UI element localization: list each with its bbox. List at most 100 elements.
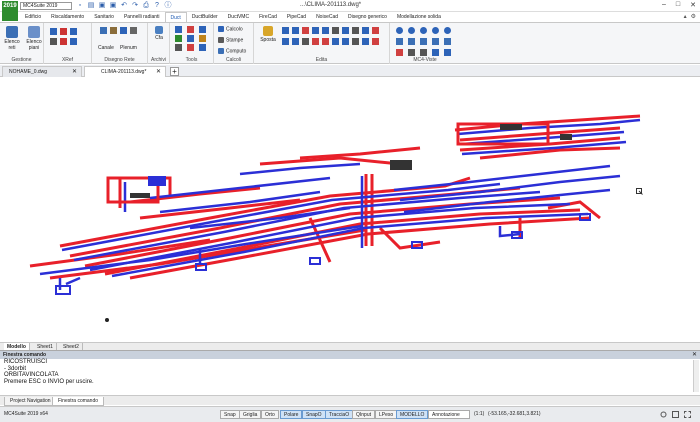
tool-list-icon[interactable] bbox=[175, 44, 182, 51]
open-file-icon[interactable]: ▤ bbox=[87, 2, 95, 10]
view-orbit-icon[interactable] bbox=[396, 49, 403, 56]
save-icon[interactable]: ▣ bbox=[98, 2, 106, 10]
edit-properties-icon[interactable] bbox=[362, 38, 369, 45]
tab-duct[interactable]: Duct bbox=[164, 12, 187, 22]
redo-icon[interactable]: ↷ bbox=[131, 2, 139, 10]
view-bottom-icon[interactable] bbox=[444, 38, 451, 45]
app-logo[interactable]: 2019 bbox=[2, 1, 18, 21]
tab-pipecad[interactable]: PipeCad bbox=[282, 12, 311, 22]
edit-scale-icon[interactable] bbox=[292, 38, 299, 45]
ribbon-options-icon[interactable]: ⚙ bbox=[691, 13, 696, 20]
snap-toggle[interactable]: Snap bbox=[220, 410, 240, 419]
edit-mirror-icon[interactable] bbox=[282, 38, 289, 45]
view-zoom-icon[interactable] bbox=[408, 49, 415, 56]
drawing-canvas[interactable] bbox=[0, 78, 700, 340]
tool-find-icon[interactable] bbox=[187, 35, 194, 42]
xref-detach-icon[interactable] bbox=[70, 38, 77, 45]
view-pan-icon[interactable] bbox=[420, 49, 427, 56]
otrack-toggle[interactable]: TracciaO bbox=[325, 410, 354, 419]
edit-stretch-icon[interactable] bbox=[302, 27, 309, 34]
edit-explode-icon[interactable] bbox=[312, 38, 319, 45]
maximize-button[interactable]: □ bbox=[676, 1, 680, 9]
ribbon-minimize-icon[interactable]: ▴ bbox=[684, 13, 687, 20]
view-iso-sw-icon[interactable] bbox=[396, 38, 403, 45]
view-shade-icon[interactable] bbox=[432, 49, 439, 56]
tool-settings-icon[interactable] bbox=[199, 44, 206, 51]
info-icon[interactable]: ⓘ bbox=[164, 2, 172, 10]
xref-clip-icon[interactable] bbox=[60, 38, 67, 45]
xref-attach-icon[interactable] bbox=[50, 28, 57, 35]
edit-erase-icon[interactable] bbox=[322, 38, 329, 45]
edit-copy-icon[interactable] bbox=[292, 27, 299, 34]
grid-toggle[interactable]: Griglia bbox=[239, 410, 262, 419]
new-file-icon[interactable]: ▫ bbox=[76, 2, 84, 10]
minimize-button[interactable]: – bbox=[662, 1, 666, 9]
tab-pannelli-radianti[interactable]: Pannelli radianti bbox=[119, 12, 165, 22]
tab-sanitario[interactable]: Sanitario bbox=[89, 12, 119, 22]
tab-project-navigation[interactable]: Project Navigation bbox=[4, 397, 57, 406]
canale-button[interactable]: Canale bbox=[98, 45, 114, 51]
edit-match-icon[interactable] bbox=[372, 38, 379, 45]
computo-button[interactable]: Computo bbox=[218, 48, 246, 54]
edit-align-icon[interactable] bbox=[342, 38, 349, 45]
close-window-button[interactable]: ✕ bbox=[690, 1, 696, 9]
edit-extend-icon[interactable] bbox=[322, 27, 329, 34]
edit-join-icon[interactable] bbox=[342, 27, 349, 34]
view-top-icon[interactable] bbox=[396, 27, 403, 34]
model-space-toggle[interactable]: MODELLO bbox=[396, 410, 429, 419]
view-wire-icon[interactable] bbox=[444, 49, 451, 56]
workspace-icon[interactable] bbox=[672, 411, 679, 418]
plenum-button[interactable]: Plenum bbox=[120, 45, 137, 51]
xref-bind-icon[interactable] bbox=[60, 28, 67, 35]
stampe-button[interactable]: Stampe bbox=[218, 37, 243, 43]
view-iso-se-icon[interactable] bbox=[408, 38, 415, 45]
settings-icon[interactable] bbox=[660, 411, 667, 418]
tool-check-icon[interactable] bbox=[175, 26, 182, 33]
tab-finestra-comando[interactable]: Finestra comando bbox=[52, 397, 105, 406]
command-scrollbar[interactable] bbox=[693, 360, 699, 392]
duct-pen-icon[interactable] bbox=[110, 27, 117, 34]
tab-edificio[interactable]: Edificio bbox=[20, 12, 46, 22]
edit-array-icon[interactable] bbox=[302, 38, 309, 45]
tool-color-icon[interactable] bbox=[187, 26, 194, 33]
print-icon[interactable]: ⎙ bbox=[142, 2, 150, 10]
fullscreen-icon[interactable] bbox=[684, 411, 691, 418]
tool-fix-icon[interactable] bbox=[199, 26, 206, 33]
edit-trim-icon[interactable] bbox=[312, 27, 319, 34]
xref-manager-icon[interactable] bbox=[70, 28, 77, 35]
close-tab-icon[interactable]: ✕ bbox=[72, 67, 77, 77]
command-input[interactable] bbox=[0, 385, 700, 392]
elenco-reti-button[interactable]: Elenco reti bbox=[3, 26, 21, 51]
calcolo-button[interactable]: Calcolo bbox=[218, 26, 243, 32]
add-tab-button[interactable]: + bbox=[170, 67, 179, 76]
xref-reload-icon[interactable] bbox=[50, 38, 57, 45]
lweight-toggle[interactable]: LPeso bbox=[375, 410, 398, 419]
osnap-toggle[interactable]: SnapO bbox=[302, 410, 326, 419]
edit-lengthen-icon[interactable] bbox=[352, 38, 359, 45]
tab-firecad[interactable]: FireCad bbox=[254, 12, 282, 22]
tool-flow-icon[interactable] bbox=[175, 35, 182, 42]
edit-break-icon[interactable] bbox=[332, 27, 339, 34]
tab-disegno-generico[interactable]: Disegno generico bbox=[343, 12, 392, 22]
undo-icon[interactable]: ↶ bbox=[120, 2, 128, 10]
view-back-icon[interactable] bbox=[444, 27, 451, 34]
tool-error-icon[interactable] bbox=[187, 44, 194, 51]
doc-tab-clima[interactable]: CLIMA-201113.dwg* ✕ bbox=[84, 66, 166, 77]
duct-split-icon[interactable] bbox=[130, 27, 137, 34]
edit-offset-icon[interactable] bbox=[372, 27, 379, 34]
elenco-piani-button[interactable]: Elenco piani bbox=[24, 26, 44, 51]
view-iso-nw-icon[interactable] bbox=[432, 38, 439, 45]
duct-draw-icon[interactable] bbox=[100, 27, 107, 34]
help-icon[interactable]: ? bbox=[153, 2, 161, 10]
edit-arrow-icon[interactable] bbox=[352, 27, 359, 34]
annotation-scale-select[interactable]: Annotazione bbox=[428, 410, 470, 419]
workspace-select[interactable]: MC4Suite 2019 bbox=[20, 2, 72, 10]
tab-modellazione-solida[interactable]: Modellazione solida bbox=[392, 12, 446, 22]
tab-ductvmc[interactable]: DuctVMC bbox=[223, 12, 254, 22]
view-front-icon[interactable] bbox=[408, 27, 415, 34]
command-close-icon[interactable]: ✕ bbox=[692, 351, 697, 359]
edit-rotate-icon[interactable] bbox=[282, 27, 289, 34]
close-tab-icon[interactable]: ✕ bbox=[156, 67, 161, 77]
view-left-icon[interactable] bbox=[420, 27, 427, 34]
view-right-icon[interactable] bbox=[432, 27, 439, 34]
